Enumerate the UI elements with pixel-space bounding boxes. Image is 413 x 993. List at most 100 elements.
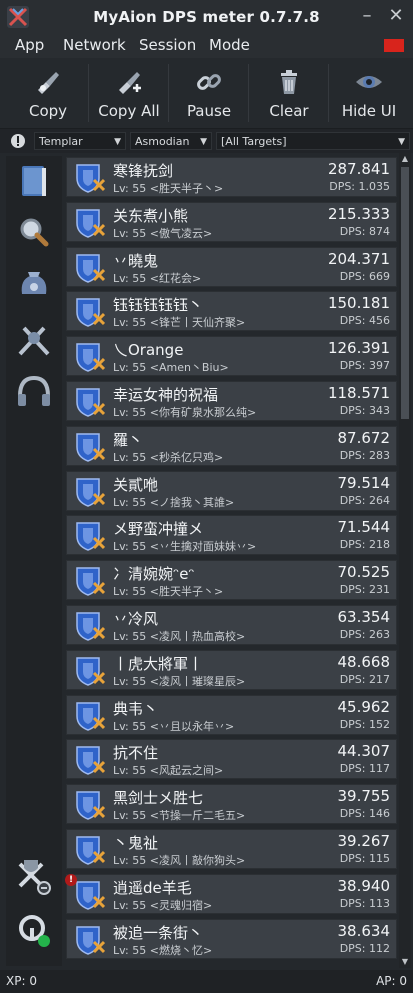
connection-status-icon[interactable] <box>12 908 56 952</box>
player-level-guild: Lv: 55 <胜天半子丶> <box>113 182 224 195</box>
player-row[interactable]: メ野蛮冲撞メ Lv: 55 <丷生擒对面妹妹丷> 71.544 DPS: 218 <box>66 515 397 556</box>
pouch-icon[interactable] <box>12 262 56 306</box>
menu-app[interactable]: App <box>15 36 44 54</box>
player-name: 羅丶 <box>113 430 144 449</box>
copy-all-icon <box>119 72 141 94</box>
player-damage: 45.962 <box>337 697 391 716</box>
title-bar[interactable]: MyAion DPS meter 0.7.7.8 – ✕ <box>0 0 413 34</box>
player-name: 乀Orange <box>113 341 184 360</box>
player-level-guild: Lv: 55 <丷生擒对面妹妹丷> <box>113 540 257 554</box>
player-name: 丷曉鬼 <box>113 251 159 270</box>
copy-label: Copy <box>28 102 68 120</box>
clear-label: Clear <box>269 102 309 120</box>
copy-button[interactable]: Copy <box>8 58 88 128</box>
player-dps: DPS: 264 <box>339 493 390 507</box>
templar-class-icon <box>76 477 105 507</box>
menu-bar: App Network Session Mode <box>0 34 413 58</box>
player-row[interactable]: 黑剑士メ胜七 Lv: 55 <节操一斤二毛五> 39.755 DPS: 146 <box>66 784 397 825</box>
player-name: 典韦丶 <box>113 699 159 718</box>
player-name: 黑剑士メ胜七 <box>113 789 204 808</box>
player-damage: 39.755 <box>337 787 391 806</box>
templar-class-icon <box>76 836 105 865</box>
crossed-swords-icon[interactable] <box>12 318 56 362</box>
target-filter-dropdown[interactable]: [All Targets] ▼ <box>216 132 410 150</box>
player-row[interactable]: 乀Orange Lv: 55 <Amen丶Biu> 126.391 DPS: 397 <box>66 336 397 377</box>
player-level-guild: Lv: 55 <傲气凌云> <box>113 226 213 240</box>
player-damage: 79.514 <box>337 473 391 492</box>
player-damage: 126.391 <box>327 339 390 358</box>
player-name: 幸运女神的祝福 <box>113 386 219 404</box>
player-row[interactable]: 丶鬼祉 Lv: 55 <凌风丨敲你狗头> 39.267 DPS: 115 <box>66 829 397 869</box>
templar-class-icon <box>76 701 105 731</box>
class-filter-dropdown[interactable]: Templar ▼ <box>34 132 126 150</box>
language-flag-icon[interactable] <box>384 39 404 52</box>
player-level-guild: Lv: 55 <风起云之间> <box>113 764 224 778</box>
player-name: メ野蛮冲撞メ <box>113 520 204 539</box>
templar-class-icon <box>76 567 105 596</box>
chevron-down-icon: ▼ <box>398 137 405 147</box>
scrollbar-thumb[interactable] <box>401 167 409 419</box>
eye-icon <box>356 76 382 88</box>
clear-button[interactable]: Clear <box>249 58 329 128</box>
side-panel <box>6 156 62 966</box>
class-filter-value: Templar <box>39 135 83 148</box>
player-row[interactable]: 钰钰钰钰钰丶 Lv: 55 <锋芒丨天仙齐聚> 150.181 DPS: 456 <box>66 291 397 332</box>
pvp-toggle-icon[interactable] <box>12 856 56 900</box>
player-name: 关东煮小熊 <box>113 206 189 225</box>
minimize-button[interactable]: – <box>357 6 377 26</box>
player-row[interactable]: 被追一条街丶 Lv: 55 <燃烧丶忆> 38.634 DPS: 112 <box>66 918 397 959</box>
menu-mode[interactable]: Mode <box>209 36 250 54</box>
player-row[interactable]: 关东煮小熊 Lv: 55 <傲气凌云> 215.333 DPS: 874 <box>66 201 397 242</box>
player-row[interactable]: 寒锋抚剑 Lv: 55 <胜天半子丶> 287.841 DPS: 1.035 <box>66 157 397 197</box>
templar-class-icon <box>76 343 105 372</box>
target-filter-value: [All Targets] <box>221 135 287 148</box>
magnifier-icon[interactable] <box>12 210 56 254</box>
player-row[interactable]: 冫清婉婉ᵔeᵔ Lv: 55 <胜天半子丶> 70.525 DPS: 231 <box>66 560 397 601</box>
templar-class-icon <box>76 298 105 328</box>
pause-label: Pause <box>186 102 232 120</box>
templar-class-icon <box>76 925 105 955</box>
player-row[interactable]: 抗不住 Lv: 55 <风起云之间> 44.307 DPS: 117 <box>66 739 397 780</box>
player-name: 丶鬼祉 <box>113 834 159 852</box>
templar-class-icon <box>76 253 105 283</box>
templar-class-icon <box>76 791 105 820</box>
toolbar: Copy Copy All Pause Clear Hide UI <box>0 58 413 129</box>
player-row[interactable]: 丨虎大將軍丨 Lv: 55 <凌风丨璀璨星辰> 48.668 DPS: 217 <box>66 649 397 690</box>
menu-session[interactable]: Session <box>139 36 196 54</box>
player-name: 被追一条街丶 <box>113 923 204 942</box>
trash-icon <box>281 70 297 94</box>
player-level-guild: Lv: 55 <你有矿泉水那么纯> <box>113 406 257 419</box>
scroll-up-icon[interactable]: ▲ <box>399 153 411 165</box>
player-level-guild: Lv: 55 <ノ捨我丶其誰> <box>113 495 235 509</box>
player-damage: 87.672 <box>337 428 391 447</box>
player-row[interactable]: 关貳咃 Lv: 55 <ノ捨我丶其誰> 79.514 DPS: 264 <box>66 470 397 511</box>
player-row[interactable]: ! 逍遥de羊毛 Lv: 55 <灵魂归宿> 38.940 DPS: 113 <box>65 873 397 914</box>
book-icon[interactable] <box>12 160 56 204</box>
pause-button[interactable]: Pause <box>169 58 249 128</box>
player-name: 关貳咃 <box>113 475 159 494</box>
player-name: 丨虎大將軍丨 <box>113 654 204 673</box>
scrollbar[interactable]: ▲ ▼ <box>399 153 411 968</box>
player-dps: DPS: 283 <box>339 448 390 462</box>
menu-network[interactable]: Network <box>63 36 126 54</box>
player-row[interactable]: 丷冷风 Lv: 55 <凌风丨热血高校> 63.354 DPS: 263 <box>66 605 397 645</box>
scroll-down-icon[interactable]: ▼ <box>399 956 411 968</box>
player-damage: 70.525 <box>337 563 391 582</box>
hide-ui-button[interactable]: Hide UI <box>329 58 409 128</box>
race-filter-dropdown[interactable]: Asmodian ▼ <box>130 132 212 150</box>
player-level-guild: Lv: 55 <灵魂归宿> <box>113 898 213 912</box>
player-row[interactable]: 幸运女神的祝福 Lv: 55 <你有矿泉水那么纯> 118.571 DPS: 343 <box>66 381 397 421</box>
copy-all-button[interactable]: Copy All <box>89 58 169 128</box>
info-icon[interactable] <box>10 133 26 149</box>
ap-counter: AP: 0 <box>376 974 407 988</box>
player-level-guild: Lv: 55 <秒杀亿只鸡> <box>113 450 224 464</box>
player-row[interactable]: 丷曉鬼 Lv: 55 <红花会> 204.371 DPS: 669 <box>66 246 397 287</box>
player-row[interactable]: 典韦丶 Lv: 55 <丷且以永年丷> 45.962 DPS: 152 <box>66 694 397 735</box>
close-button[interactable]: ✕ <box>386 6 406 26</box>
headset-icon[interactable] <box>12 370 56 414</box>
player-row[interactable]: 羅丶 Lv: 55 <秒杀亿只鸡> 87.672 DPS: 283 <box>66 425 397 466</box>
player-damage: 71.544 <box>337 518 391 537</box>
templar-class-icon <box>76 657 105 686</box>
chain-link-icon <box>197 74 221 90</box>
templar-class-icon <box>76 746 105 776</box>
